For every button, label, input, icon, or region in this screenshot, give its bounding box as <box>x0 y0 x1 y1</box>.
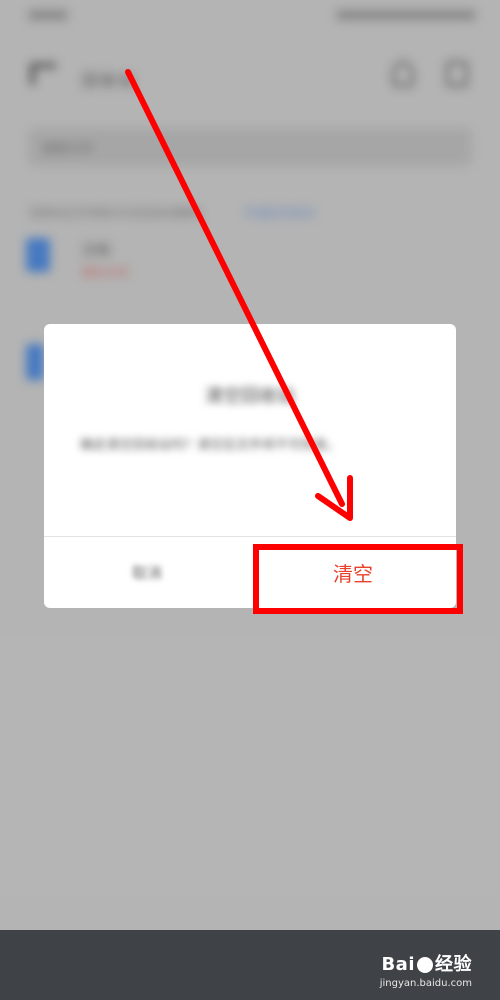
phone-screen: 回收站 搜索文件 回收站文件保存30天后自动删除 开通会员延长 文档 剩余30天… <box>0 0 500 1000</box>
dialog-title: 清空回收站 <box>205 386 295 407</box>
paw-icon <box>417 957 433 973</box>
cancel-button[interactable]: 取消 <box>44 537 250 608</box>
watermark-brand: Bai 经验 <box>380 950 472 976</box>
clear-button[interactable]: 清空 <box>250 537 456 608</box>
watermark-url: jingyan.baidu.com <box>379 978 472 989</box>
bottom-bar: Bai 经验 jingyan.baidu.com <box>0 930 500 1000</box>
watermark-brand-left: Bai <box>381 954 415 975</box>
clear-confirm-dialog: 清空回收站 确定清空回收站吗？清空后文件将不可恢复。 取消 清空 <box>44 324 456 608</box>
dialog-message: 确定清空回收站吗？清空后文件将不可恢复。 <box>80 438 341 453</box>
watermark-brand-right: 经验 <box>435 954 472 975</box>
baidu-jingyan-watermark: Bai 经验 jingyan.baidu.com <box>380 950 472 989</box>
